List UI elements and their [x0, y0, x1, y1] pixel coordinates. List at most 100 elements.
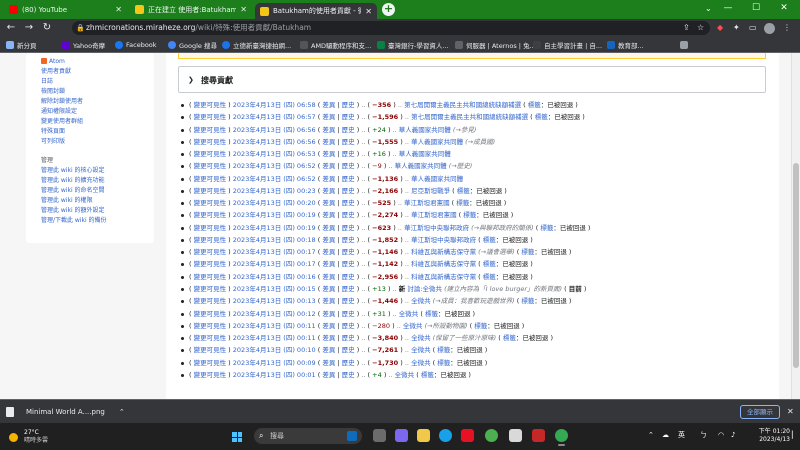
history-link[interactable]: 歷史 — [342, 138, 355, 146]
bookmark-new-tab[interactable]: 新分頁 — [6, 39, 37, 51]
extensions-puzzle-icon[interactable]: ✦ — [733, 21, 740, 35]
windows-start-icon[interactable] — [232, 432, 242, 442]
sidebar-item-admin-ns[interactable]: 管理此 wiki 的命名空間 — [41, 186, 139, 196]
revision-date-link[interactable]: 2023年4月13日 (四) 00:20 — [233, 199, 316, 207]
chrome-icon[interactable] — [555, 429, 568, 446]
sidebar-item-admin-backup[interactable]: 管理/下載此 wiki 的備份 — [41, 216, 139, 226]
bookmark-star-icon[interactable]: ☆ — [697, 21, 704, 35]
tags-link[interactable]: 標籤 — [540, 224, 553, 232]
revision-date-link[interactable]: 2023年4月13日 (四) 06:56 — [233, 138, 316, 146]
revision-date-link[interactable]: 2023年4月13日 (四) 00:12 — [233, 310, 316, 318]
tags-link[interactable]: 標籤 — [474, 322, 487, 330]
tags-link[interactable]: 標籤 — [528, 101, 541, 109]
chevron-down-icon[interactable]: ❯ — [188, 76, 194, 84]
revision-date-link[interactable]: 2023年4月13日 (四) 06:57 — [233, 113, 316, 121]
change-visibility-link[interactable]: 變更可見性 — [194, 248, 227, 256]
diff-link[interactable]: 差異 — [322, 187, 335, 195]
page-title-link[interactable]: 華江斯坦中央聯邦政府 — [404, 224, 469, 232]
maximize-button[interactable]: ☐ — [741, 0, 771, 19]
diff-link[interactable]: 差異 — [322, 126, 335, 134]
diff-link[interactable]: 差異 — [322, 236, 335, 244]
history-link[interactable]: 歷史 — [342, 260, 355, 268]
store-icon[interactable] — [509, 429, 522, 442]
sidebar-item-special[interactable]: 特殊頁面 — [41, 127, 139, 137]
history-link[interactable]: 歷史 — [342, 322, 355, 330]
change-visibility-link[interactable]: 變更可見性 — [194, 187, 227, 195]
sidebar-item-atom[interactable]: Atom — [41, 57, 139, 67]
edge-icon[interactable] — [439, 429, 452, 442]
page-title-link[interactable]: 華人義國家共同體 — [411, 175, 463, 183]
tags-link[interactable]: 標籤 — [463, 211, 476, 219]
wifi-icon[interactable]: ◠ — [718, 429, 724, 442]
revision-date-link[interactable]: 2023年4月13日 (四) 00:15 — [233, 285, 316, 293]
close-window-button[interactable]: ✕ — [769, 0, 799, 19]
revision-date-link[interactable]: 2023年4月13日 (四) 00:17 — [233, 260, 316, 268]
extension-icon[interactable]: ◆ — [717, 21, 723, 35]
diff-link[interactable]: 差異 — [322, 260, 335, 268]
task-view-icon[interactable] — [373, 429, 386, 442]
ime-icon[interactable]: ㄅ — [700, 429, 707, 442]
diff-link[interactable]: 差異 — [322, 150, 335, 158]
history-link[interactable]: 歷史 — [342, 285, 355, 293]
sidebar-item-print[interactable]: 可列印版 — [41, 137, 139, 147]
sidebar-item-unblock[interactable]: 解除封鎖使用者 — [41, 97, 139, 107]
change-visibility-link[interactable]: 變更可見性 — [194, 334, 227, 342]
sidebar-item-admin-extra[interactable]: 管理此 wiki 的額外設定 — [41, 206, 139, 216]
revision-date-link[interactable]: 2023年4月13日 (四) 00:09 — [233, 359, 316, 367]
tags-link[interactable]: 標籤 — [483, 236, 496, 244]
history-link[interactable]: 歷史 — [342, 187, 355, 195]
history-link[interactable]: 歷史 — [342, 150, 355, 158]
sidebar-item-blocklist[interactable]: 檢閱封鎖 — [41, 87, 139, 97]
bookmark-site[interactable]: 立德新臺灣捷拍網... — [222, 39, 291, 51]
page-title-link[interactable]: 第七屆開爾主義民主共和國總統缺額補選 — [404, 101, 521, 109]
revision-date-link[interactable]: 2023年4月13日 (四) 00:01 — [233, 371, 316, 379]
history-link[interactable]: 歷史 — [342, 297, 355, 305]
history-link[interactable]: 歷史 — [342, 248, 355, 256]
history-link[interactable]: 歷史 — [342, 211, 355, 219]
diff-link[interactable]: 差異 — [322, 334, 335, 342]
weather-widget[interactable]: 27°C 晴時多雲 — [9, 428, 48, 446]
input-language[interactable]: 英 — [678, 429, 685, 442]
revision-date-link[interactable]: 2023年4月13日 (四) 00:19 — [233, 224, 316, 232]
revision-date-link[interactable]: 2023年4月13日 (四) 00:23 — [233, 187, 316, 195]
revision-date-link[interactable]: 2023年4月13日 (四) 00:11 — [233, 322, 316, 330]
diff-link[interactable]: 差異 — [322, 297, 335, 305]
change-visibility-link[interactable]: 變更可見性 — [194, 285, 227, 293]
teams-chat-icon[interactable] — [395, 429, 408, 442]
diff-link[interactable]: 差異 — [322, 273, 335, 281]
diff-link[interactable]: 差異 — [322, 113, 335, 121]
change-visibility-link[interactable]: 變更可見性 — [194, 175, 227, 183]
bookmark-bank[interactable]: 臺灣銀行-學習資人... — [377, 39, 449, 51]
revision-date-link[interactable]: 2023年4月13日 (四) 00:19 — [233, 211, 316, 219]
history-link[interactable]: 歷史 — [342, 199, 355, 207]
page-title-link[interactable]: 全微共 — [411, 334, 431, 342]
diff-link[interactable]: 差異 — [322, 211, 335, 219]
sidebar-item-admin-core[interactable]: 管理此 wiki 的核心設定 — [41, 166, 139, 176]
page-scrollbar[interactable] — [791, 53, 800, 399]
history-link[interactable]: 歷史 — [342, 175, 355, 183]
page-title-link[interactable]: 尼亞斯坦戰爭 — [411, 187, 450, 195]
sidebar-item-usergroups[interactable]: 變更使用者群組 — [41, 117, 139, 127]
tab-youtube[interactable]: (80) YouTube ✕ — [4, 2, 127, 17]
change-visibility-link[interactable]: 變更可見性 — [194, 101, 227, 109]
page-title-link[interactable]: 華江斯坦君憲國 — [404, 199, 450, 207]
history-link[interactable]: 歷史 — [342, 273, 355, 281]
revision-date-link[interactable]: 2023年4月13日 (四) 00:13 — [233, 297, 316, 305]
change-visibility-link[interactable]: 變更可見性 — [194, 359, 227, 367]
diff-link[interactable]: 差異 — [322, 248, 335, 256]
sidebar-item-contribs[interactable]: 使用者貢獻 — [41, 67, 139, 77]
profile-avatar[interactable] — [764, 23, 775, 34]
menu-dots-icon[interactable]: ⋮ — [783, 21, 791, 35]
reload-icon[interactable]: ↻ — [40, 21, 54, 35]
revision-date-link[interactable]: 2023年4月13日 (四) 06:52 — [233, 175, 316, 183]
tags-link[interactable]: 標籤 — [521, 248, 534, 256]
bookmark-google[interactable]: Google 搜尋 — [168, 39, 217, 51]
change-visibility-link[interactable]: 變更可見性 — [194, 211, 227, 219]
minimize-button[interactable]: — — [713, 0, 743, 19]
history-link[interactable]: 歷史 — [342, 310, 355, 318]
sidebar-item-admin-ext[interactable]: 管理此 wiki 的擴充功能 — [41, 176, 139, 186]
change-visibility-link[interactable]: 變更可見性 — [194, 273, 227, 281]
back-arrow-icon[interactable]: ← — [4, 21, 18, 35]
revision-date-link[interactable]: 2023年4月13日 (四) 00:11 — [233, 334, 316, 342]
revision-date-link[interactable]: 2023年4月13日 (四) 06:52 — [233, 162, 316, 170]
